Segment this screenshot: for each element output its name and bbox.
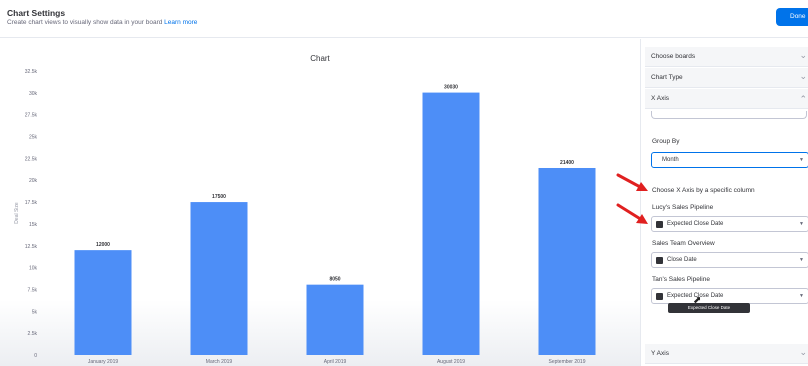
chevron-down-icon: ⌄ (799, 71, 807, 81)
chart-type-label: Chart Type (651, 74, 683, 81)
x-axis-label: X Axis (651, 95, 670, 102)
x-tick-label: September 2019 (549, 359, 586, 365)
group-by-label: Group By (652, 138, 680, 145)
subtitle-text: Create chart views to visually show data… (7, 19, 163, 26)
board-column-dropdown[interactable]: Expected Close Date ▼ (651, 216, 808, 232)
y-tick-label: 2.5k (28, 331, 38, 337)
y-tick-label: 10k (29, 266, 38, 272)
bar-data-label: 30030 (444, 85, 458, 91)
calendar-icon (656, 257, 663, 264)
y-axis-section[interactable]: Y Axis ⌄ (645, 344, 808, 364)
x-tick-label: April 2019 (324, 359, 347, 365)
page-title: Chart Settings (7, 8, 66, 18)
caret-down-icon: ▼ (799, 257, 804, 263)
chart-bar[interactable] (190, 202, 248, 355)
x-tick-label: March 2019 (206, 359, 233, 365)
y-tick-label: 25k (29, 135, 38, 141)
y-tick-label: 32.5k (25, 69, 38, 75)
chart-preview: Chart 0 2.5k 5k 7.5k 10k 12.5k 15k 17.5k 20k 22.5… (0, 39, 640, 366)
calendar-icon (656, 221, 663, 228)
x-tick-label: August 2019 (437, 359, 465, 365)
board-column-dropdown[interactable]: Close Date ▼ (651, 252, 808, 268)
bar-data-label: 12000 (96, 242, 110, 248)
chart-bar[interactable] (74, 250, 132, 355)
board-name-label: Lucy's Sales Pipeline (652, 204, 714, 211)
caret-down-icon: ▼ (799, 293, 804, 299)
group-by-dropdown[interactable]: Month ▼ (651, 152, 808, 168)
caret-down-icon: ▼ (799, 221, 804, 227)
y-tick-label: 17.5k (25, 200, 38, 206)
chevron-up-icon: ⌃ (799, 94, 807, 104)
choose-boards-section[interactable]: Choose boards ⌄ (645, 47, 808, 67)
chevron-down-icon: ⌄ (799, 347, 807, 357)
chart-bar[interactable] (538, 167, 596, 355)
y-tick-label: 20k (29, 178, 38, 184)
x-tick-label: January 2019 (88, 359, 119, 365)
y-axis-label: Y Axis (651, 350, 669, 357)
y-tick-label: 15k (29, 222, 38, 228)
calendar-icon (656, 293, 663, 300)
bar-data-label: 17500 (212, 194, 226, 200)
y-tick-label: 12.5k (25, 244, 38, 250)
page-subtitle: Create chart views to visually show data… (7, 19, 197, 26)
board-column-value: Expected Close Date (667, 221, 724, 227)
board-column-dropdown[interactable]: Expected Close Date ▼ (651, 288, 808, 304)
x-axis-section[interactable]: X Axis ⌃ (645, 89, 808, 109)
caret-down-icon: ▼ (799, 157, 804, 163)
bar-data-label: 8050 (329, 277, 340, 283)
board-name-label: Tan's Sales Pipeline (652, 276, 710, 283)
group-by-value: Month (662, 157, 679, 163)
chevron-down-icon: ⌄ (799, 50, 807, 60)
column-tooltip: Expected Close Date (668, 303, 750, 313)
learn-more-link[interactable]: Learn more (164, 19, 197, 26)
chart-bar[interactable] (306, 284, 364, 355)
mouse-cursor-icon: ⬈ (693, 295, 702, 306)
y-tick-label: 30k (29, 91, 38, 97)
chart-type-section[interactable]: Chart Type ⌄ (645, 68, 808, 88)
choose-x-axis-label: Choose X Axis by a specific column (652, 187, 755, 194)
x-axis-input[interactable] (651, 111, 807, 119)
y-tick-label: 0 (34, 353, 37, 359)
done-button[interactable]: Done (776, 8, 808, 26)
board-column-value: Close Date (667, 257, 697, 263)
bar-chart: 0 2.5k 5k 7.5k 10k 12.5k 15k 17.5k 20k 22.5k 25k 27… (0, 69, 640, 366)
choose-boards-label: Choose boards (651, 53, 696, 60)
y-tick-label: 27.5k (25, 113, 38, 119)
y-tick-label: 5k (32, 309, 38, 315)
annotation-arrow-icon (616, 203, 648, 224)
settings-header: Chart Settings Create chart views to vis… (0, 0, 808, 38)
y-tick-label: 22.5k (25, 156, 38, 162)
settings-sidebar: Choose boards ⌄ Chart Type ⌄ X Axis ⌃ Gr… (640, 39, 808, 366)
board-name-label: Sales Team Overview (652, 240, 715, 247)
y-tick-label: 7.5k (28, 287, 38, 293)
y-axis-title: Deal Size (14, 202, 20, 224)
bar-data-label: 21400 (560, 160, 574, 166)
annotation-arrow-icon (616, 173, 648, 191)
chart-bar[interactable] (422, 92, 480, 356)
